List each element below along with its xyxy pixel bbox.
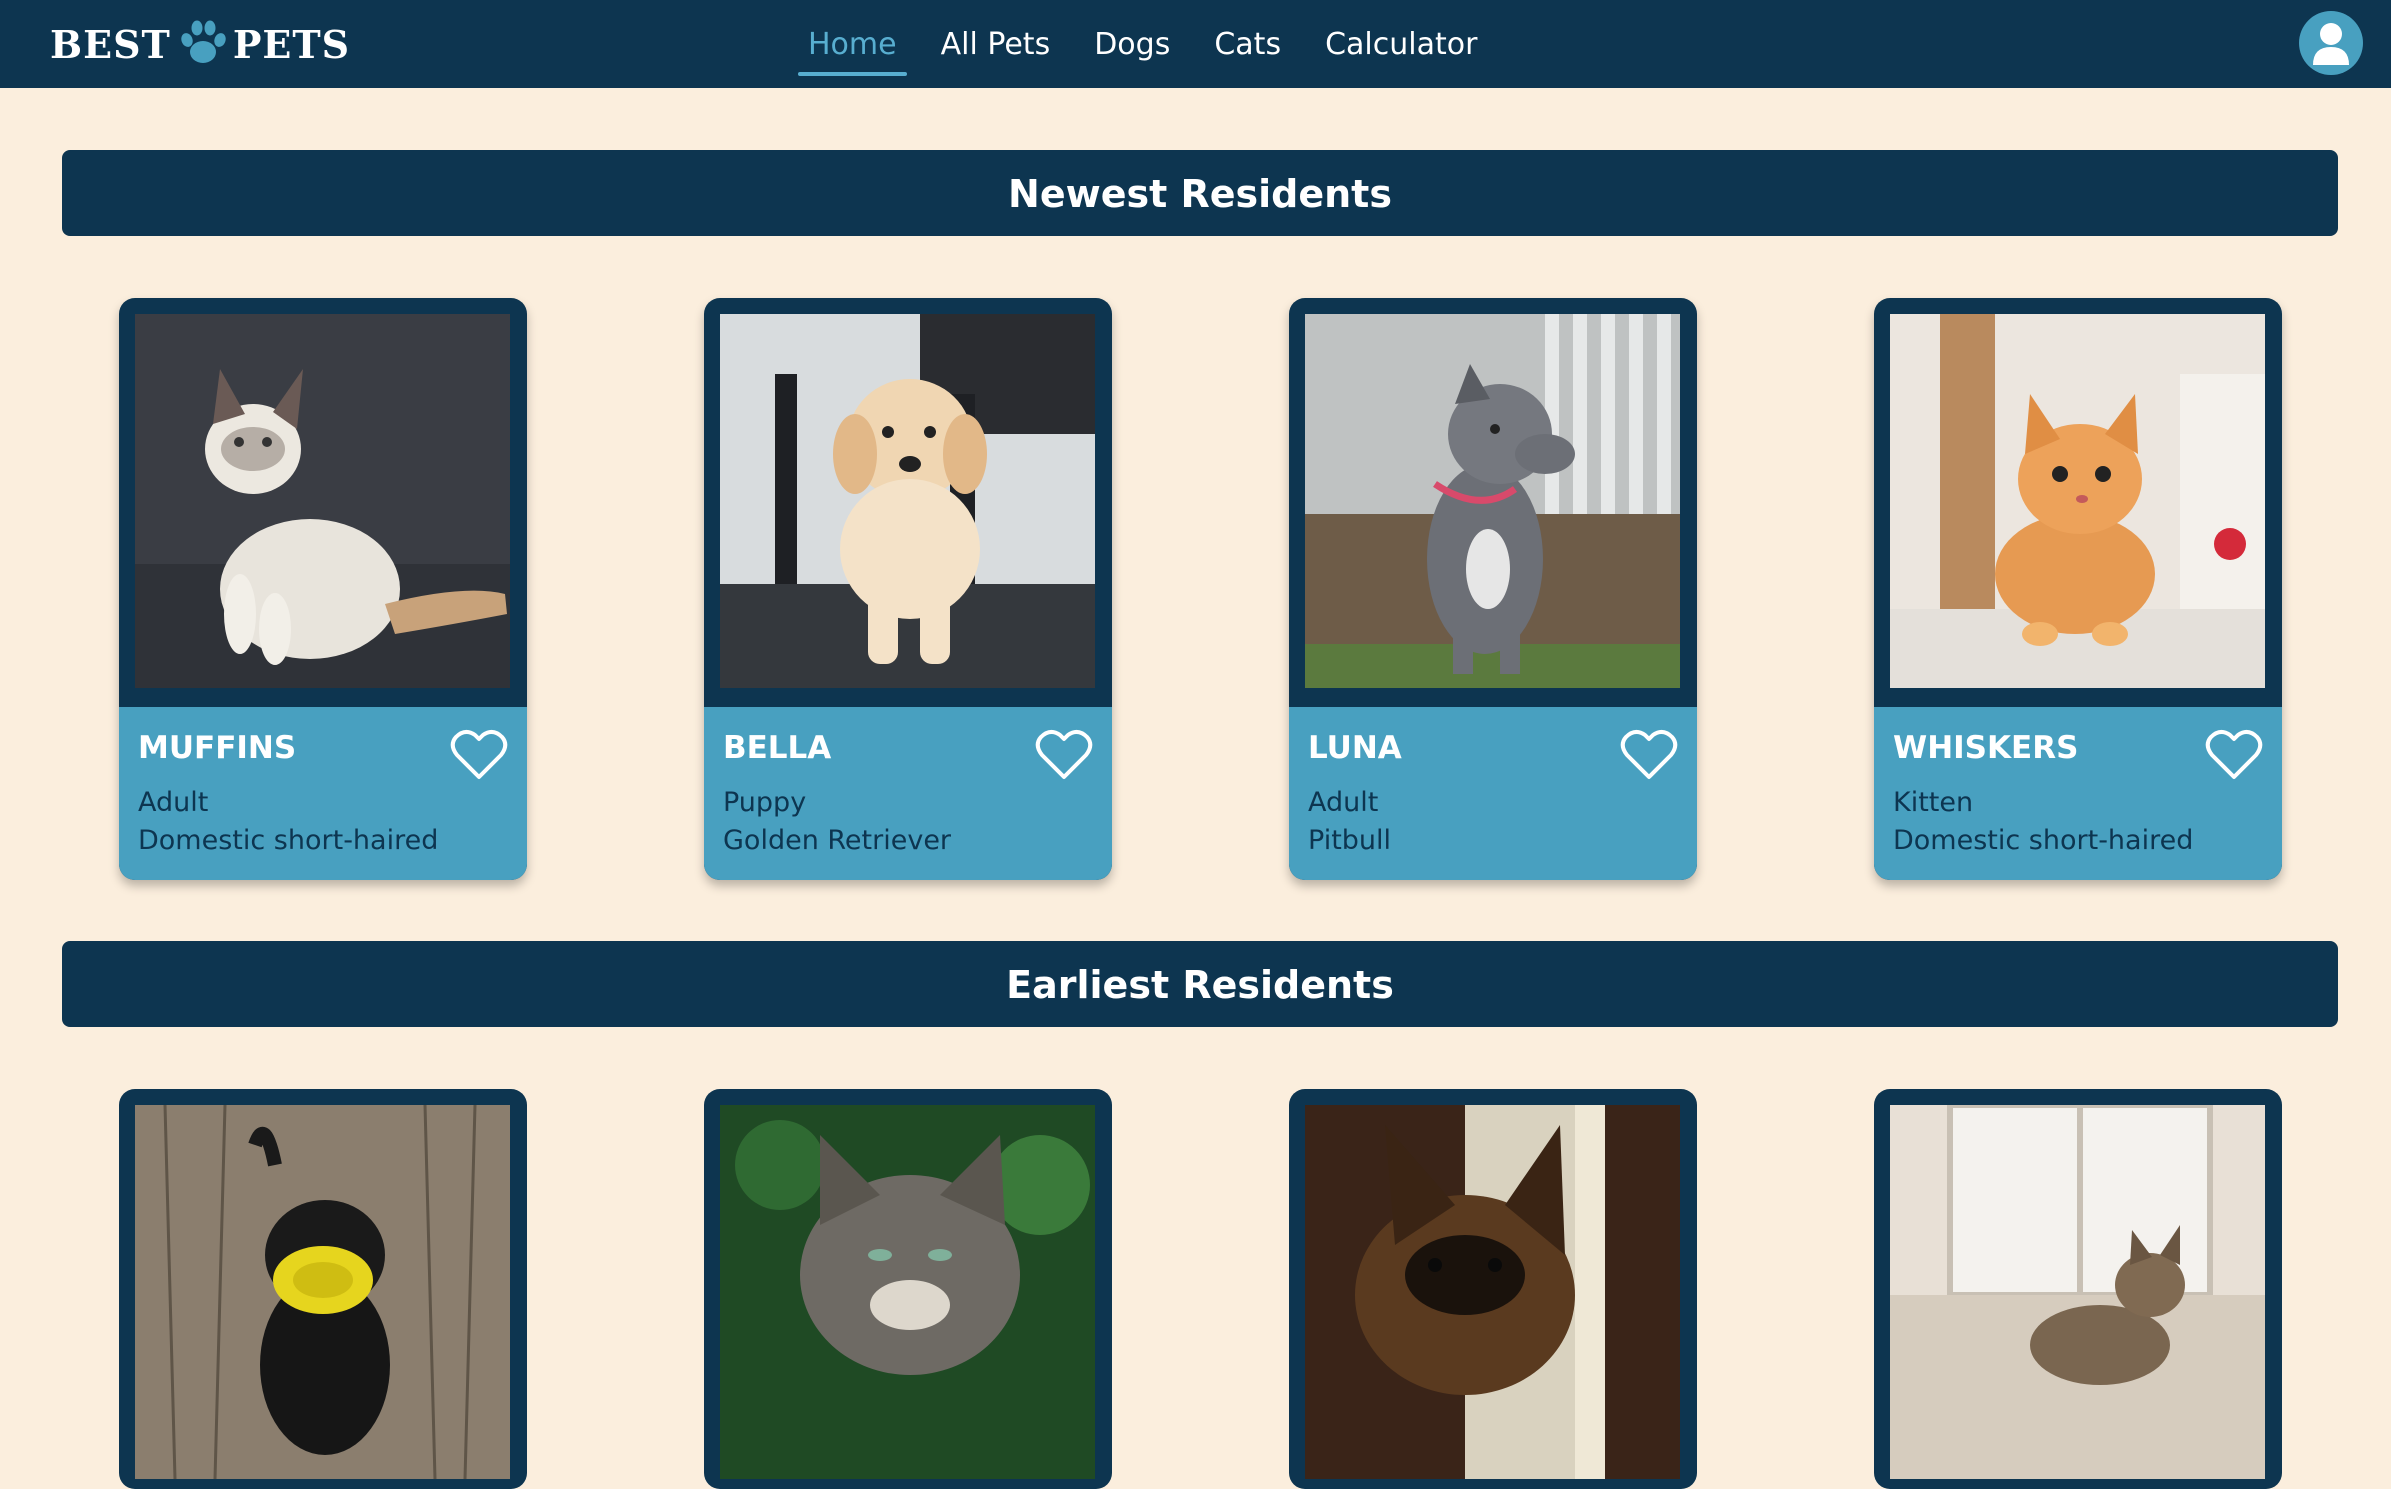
pet-card-earliest-3[interactable]	[1289, 1089, 1697, 1489]
pet-breed: Domestic short-haired	[1893, 825, 2194, 856]
pet-info: LUNA Adult Pitbull	[1289, 707, 1697, 880]
pet-info: MUFFINS Adult Domestic short-haired	[119, 707, 527, 880]
pet-age: Adult	[138, 787, 209, 818]
pet-card-whiskers[interactable]: WHISKERS Kitten Domestic short-haired	[1874, 298, 2282, 880]
pet-card-earliest-1[interactable]	[119, 1089, 527, 1489]
pet-breed: Pitbull	[1308, 825, 1392, 856]
section-title-earliest: Earliest Residents	[62, 941, 2338, 1027]
orange-kitten-photo	[1890, 314, 2265, 688]
top-navbar: BEST PETS Home All Pets Dogs Cats Calcul…	[0, 0, 2391, 88]
paw-icon	[181, 20, 226, 63]
pet-name: LUNA	[1308, 730, 1402, 766]
pet-breed: Golden Retriever	[723, 825, 952, 856]
pet-card-muffins[interactable]: MUFFINS Adult Domestic short-haired	[119, 298, 527, 880]
nav-link-dogs[interactable]: Dogs	[1094, 0, 1170, 88]
nav-link-calculator[interactable]: Calculator	[1325, 0, 1477, 88]
pet-name: WHISKERS	[1893, 730, 2079, 766]
german-shepherd-photo	[1305, 1105, 1680, 1479]
golden-puppy-photo	[720, 314, 1095, 688]
user-avatar-icon[interactable]	[2299, 11, 2363, 75]
pet-age: Puppy	[723, 787, 807, 818]
nav-link-home[interactable]: Home	[798, 0, 907, 88]
heart-outline-icon[interactable]	[1619, 727, 1679, 783]
pet-info: BELLA Puppy Golden Retriever	[704, 707, 1112, 880]
white-cat-photo	[135, 314, 510, 688]
pet-card-earliest-4[interactable]	[1874, 1089, 2282, 1489]
pet-card-luna[interactable]: LUNA Adult Pitbull	[1289, 298, 1697, 880]
grey-pitbull-photo	[1305, 314, 1680, 688]
pet-name: MUFFINS	[138, 730, 297, 766]
tabby-cat-photo	[720, 1105, 1095, 1479]
pet-card-bella[interactable]: BELLA Puppy Golden Retriever	[704, 298, 1112, 880]
pet-name: BELLA	[723, 730, 832, 766]
section-title-newest: Newest Residents	[62, 150, 2338, 236]
brand-logo[interactable]: BEST PETS	[50, 12, 350, 76]
pet-info: WHISKERS Kitten Domestic short-haired	[1874, 707, 2282, 880]
pet-age: Kitten	[1893, 787, 1974, 818]
heart-outline-icon[interactable]	[2204, 727, 2264, 783]
brand-text-right: PETS	[232, 21, 351, 67]
nav-link-all-pets[interactable]: All Pets	[941, 0, 1051, 88]
brand-text-left: BEST	[50, 21, 171, 67]
pet-card-earliest-2[interactable]	[704, 1089, 1112, 1489]
heart-outline-icon[interactable]	[449, 727, 509, 783]
main-nav: Home All Pets Dogs Cats Calculator	[798, 0, 1521, 88]
nav-link-cats[interactable]: Cats	[1214, 0, 1281, 88]
heart-outline-icon[interactable]	[1034, 727, 1094, 783]
tabby-kitten-window-photo	[1890, 1105, 2265, 1479]
pet-age: Adult	[1308, 787, 1379, 818]
black-dog-frisbee-photo	[135, 1105, 510, 1479]
pet-breed: Domestic short-haired	[138, 825, 439, 856]
